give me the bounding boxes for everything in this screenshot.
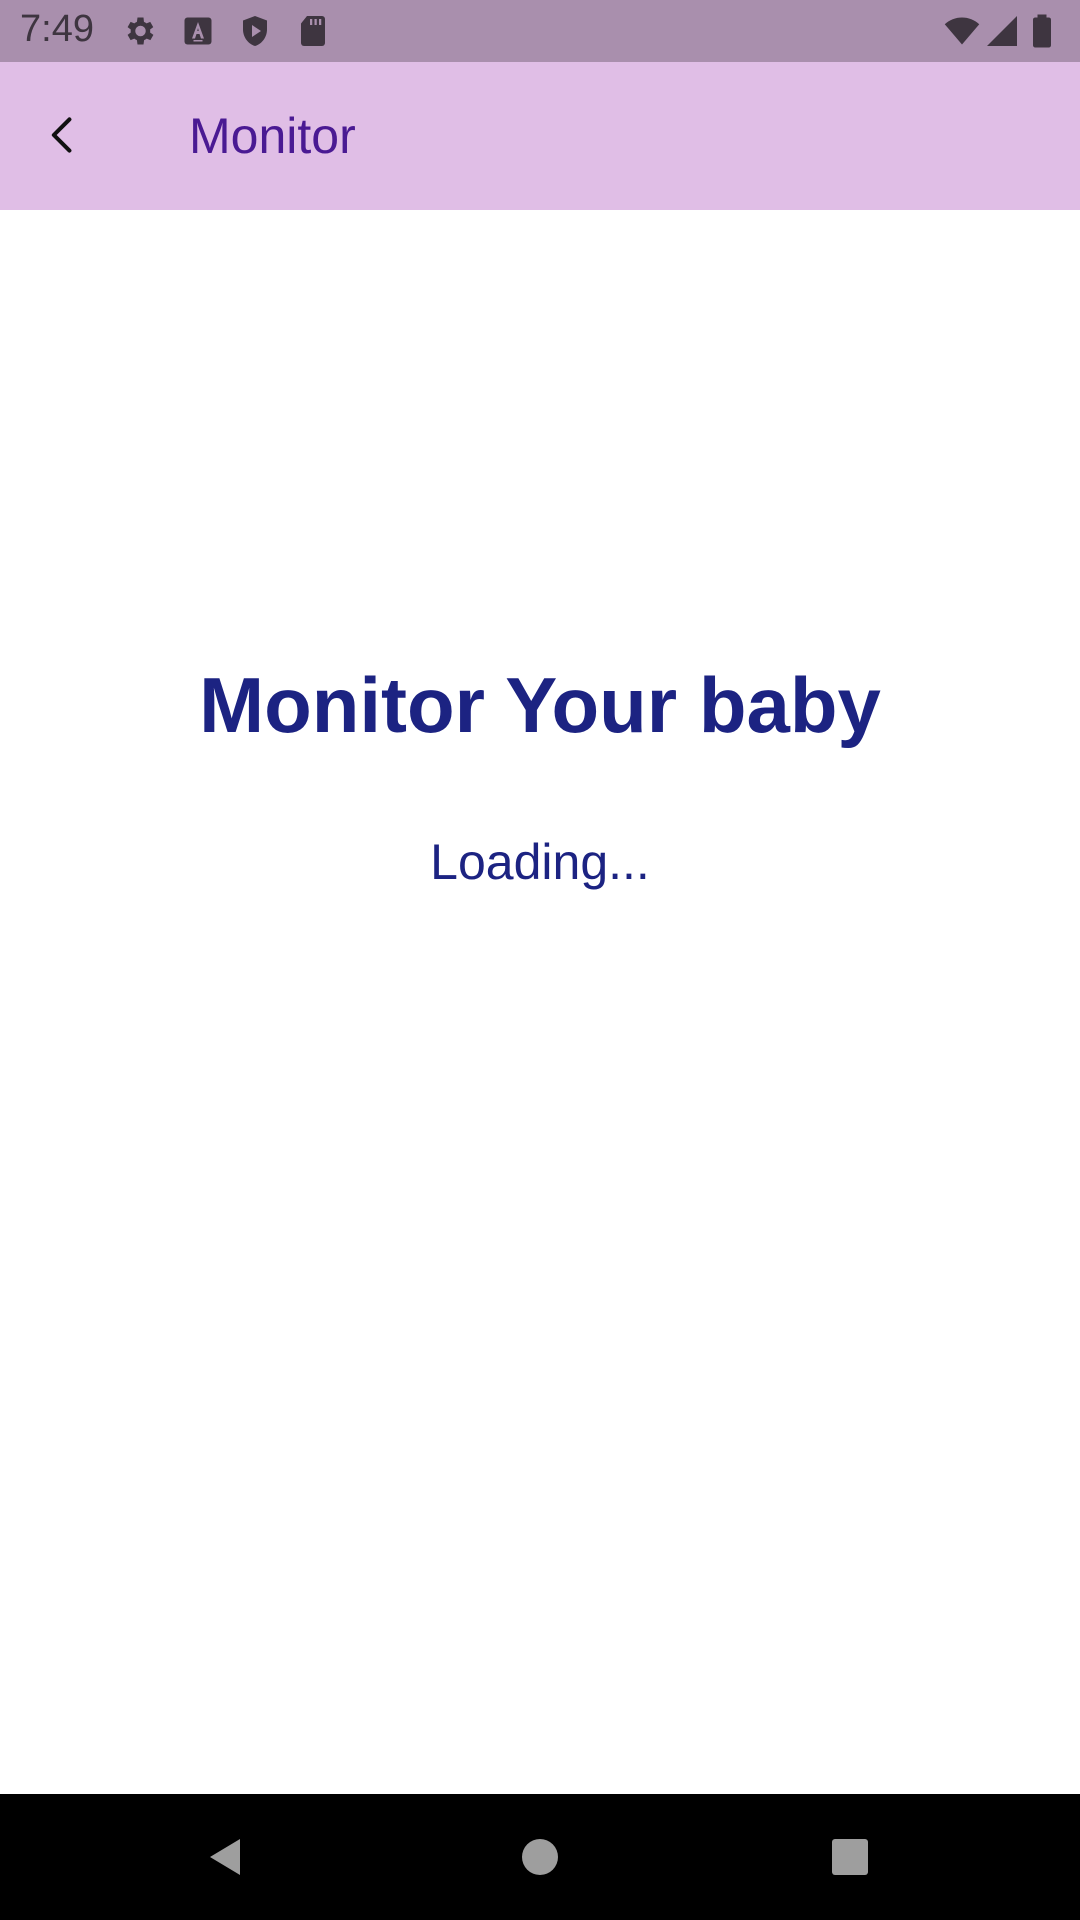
battery-icon [1030, 13, 1054, 49]
app-bar: Monitor [0, 62, 1080, 210]
page-title: Monitor [189, 108, 356, 164]
system-nav-bar [0, 1794, 1080, 1920]
main-heading: Monitor Your baby [199, 661, 881, 749]
back-button[interactable] [30, 102, 96, 168]
loading-status-text: Loading... [430, 834, 650, 890]
back-arrow-icon [51, 117, 72, 153]
back-triangle-icon [210, 1839, 240, 1875]
nav-home-button[interactable] [507, 1824, 573, 1890]
play-protect-icon [237, 13, 273, 49]
recents-square-icon [832, 1839, 868, 1875]
nav-recents-button[interactable] [817, 1824, 883, 1890]
text-a-icon [180, 13, 216, 49]
sd-card-icon [295, 13, 331, 49]
nav-back-button[interactable] [193, 1824, 259, 1890]
status-bar: 7:49 [0, 0, 1080, 62]
home-circle-icon [522, 1839, 558, 1875]
settings-icon [121, 13, 157, 49]
screen: 7:49 Monitor Monitor Your baby Loading..… [0, 0, 1080, 1920]
cell-signal-icon [984, 13, 1020, 49]
status-time: 7:49 [20, 8, 94, 50]
wifi-icon [944, 13, 980, 49]
